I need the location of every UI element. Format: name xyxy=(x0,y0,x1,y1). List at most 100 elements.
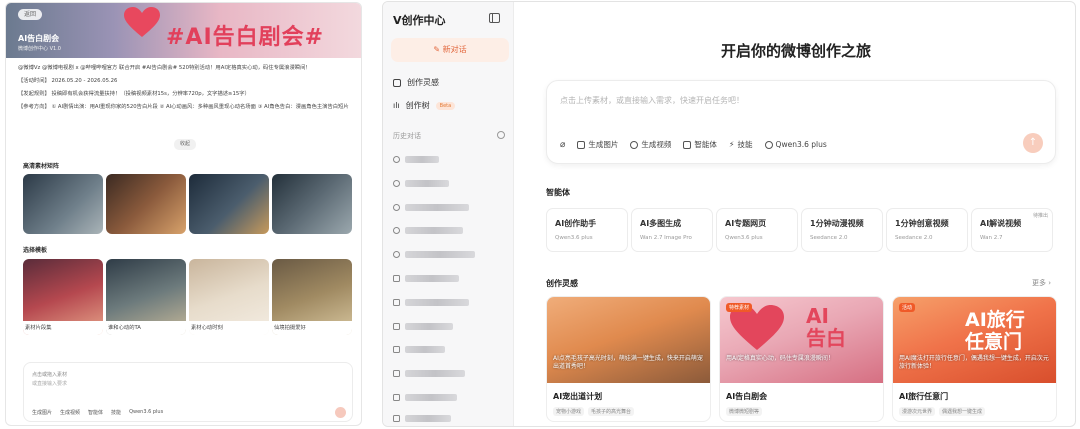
agent-card[interactable]: 1分钟创意视频 Seedance 2.0 xyxy=(886,208,968,252)
composer-toolbar: ⌀ 生成图片 生成视频 智能体 ⚡ 技能 Qwen3.6 plus xyxy=(560,139,827,150)
history-item-redacted xyxy=(405,155,439,163)
history-item-redacted xyxy=(405,369,465,377)
skill-button[interactable]: ⚡ 技能 xyxy=(729,139,753,150)
agent-name: 1分钟动漫视频 xyxy=(810,219,864,228)
paperclip-icon: ⌀ xyxy=(560,139,566,150)
play-icon xyxy=(393,226,400,234)
more-link[interactable]: 更多 › xyxy=(1032,278,1051,288)
sidebar-toggle-icon[interactable] xyxy=(489,13,500,23)
tool-agent[interactable]: 智能体 xyxy=(88,409,103,416)
inspiration-card[interactable]: AI点亮毛孩子高光时刻，萌娃满一键生成，快来开启萌宠出道首秀吧！ AI宠出道计划… xyxy=(546,296,711,422)
image-icon xyxy=(577,140,586,149)
agent-name: AI解说视频 xyxy=(980,219,1022,228)
inspiration-card[interactable]: AI 告白 特荐素材 用AI定格真实心动，码住专属浪漫瞬间！ AI告白剧会 微博微… xyxy=(719,296,884,422)
agent-model: Seedance 2.0 xyxy=(810,235,848,241)
generate-image-button[interactable]: 生成图片 xyxy=(577,139,618,150)
agent-model: Wan 2.7 xyxy=(980,235,1003,241)
model-icon xyxy=(764,140,773,149)
new-chat-button[interactable]: ✎ 新对话 xyxy=(391,38,509,62)
card-title: AI旅行任意门 xyxy=(899,392,949,401)
hero-banner-text: #AI告白剧会# xyxy=(166,25,325,50)
card-tag: 偶遇我想一键生成 xyxy=(939,407,986,416)
agent-icon xyxy=(683,140,692,149)
agent-name: AI创作助手 xyxy=(555,219,597,228)
section-title-templates: 选择模板 xyxy=(23,247,48,254)
sidebar-item-creation-tree[interactable]: ılı 创作树 Beta xyxy=(393,100,456,111)
material-thumbnail[interactable] xyxy=(106,174,186,234)
history-item[interactable] xyxy=(393,248,503,260)
tool-model-select[interactable]: Qwen3.6 plus xyxy=(129,409,163,416)
sidebar-item-label: 创作灵感 xyxy=(407,78,439,87)
history-item-redacted xyxy=(405,203,469,211)
agent-card[interactable]: AI多图生成 Wan 2.7 Image Pro xyxy=(631,208,713,252)
agent-card[interactable]: AI创作助手 Qwen3.6 plus xyxy=(546,208,628,252)
history-item-redacted xyxy=(405,274,459,282)
inspiration-section-title: 创作灵感 xyxy=(546,279,578,288)
app-brand: V创作中心 xyxy=(393,14,446,27)
model-select[interactable]: Qwen3.6 plus xyxy=(764,140,827,149)
prompt-input-placeholder[interactable]: 点击上传素材，或直接输入需求，快速开启任务吧！ xyxy=(560,95,744,106)
play-icon xyxy=(393,155,400,163)
prompt-composer[interactable]: 点击上传素材，或直接输入需求，快速开启任务吧！ ⌀ 生成图片 生成视频 智能体 … xyxy=(546,80,1056,164)
event-description: @微博Vz @微博电视剧 x @哔哩哔哩官方 联合开启 #AI告白剧会# 520… xyxy=(18,65,354,117)
history-item[interactable] xyxy=(393,367,503,379)
card-tag: 漫游次元世界 xyxy=(899,407,936,416)
template-label: 素材心动时刻 xyxy=(189,321,269,335)
send-button[interactable] xyxy=(335,407,346,418)
agent-button[interactable]: 智能体 xyxy=(683,139,717,150)
template-card[interactable]: 素材心动时刻 xyxy=(189,259,269,335)
card-image: AI旅行 任意门 活动 用AI魔法打开旅行任意门，偶遇我想一键生成，开启次元旅行新… xyxy=(893,297,1056,383)
play-icon xyxy=(393,179,400,187)
history-item[interactable] xyxy=(393,272,503,284)
mobile-composer[interactable]: 点击或拖入素材 或直接输入要求 生成图片 生成视频 智能体 技能 Qwen3.6… xyxy=(23,362,353,422)
agent-name: 1分钟创意视频 xyxy=(895,219,949,228)
sidebar-item-inspiration[interactable]: 创作灵感 xyxy=(393,77,439,88)
generate-video-button[interactable]: 生成视频 xyxy=(630,139,671,150)
template-card[interactable]: 素材片段集 xyxy=(23,259,103,335)
card-image: AI点亮毛孩子高光时刻，萌娃满一键生成，快来开启萌宠出道首秀吧！ xyxy=(547,297,710,383)
hero-title: AI告白剧会 xyxy=(18,34,60,43)
history-item-redacted xyxy=(405,298,469,306)
search-icon[interactable] xyxy=(497,131,505,139)
tool-generate-video[interactable]: 生成视频 xyxy=(60,409,80,416)
inspiration-card[interactable]: AI旅行 任意门 活动 用AI魔法打开旅行任意门，偶遇我想一键生成，开启次元旅行新… xyxy=(892,296,1057,422)
back-button[interactable]: 返回 xyxy=(18,9,43,20)
history-item[interactable] xyxy=(393,320,503,332)
history-item[interactable] xyxy=(393,177,503,189)
agent-card[interactable]: 待推出 AI解说视频 Wan 2.7 xyxy=(971,208,1053,252)
waveform-icon: ılı xyxy=(393,101,400,110)
agent-name: AI多图生成 xyxy=(640,219,682,228)
collapse-button[interactable]: 收起 xyxy=(174,139,197,150)
send-button[interactable]: ↑ xyxy=(1023,133,1043,153)
mobile-preview-panel: 返回 AI告白剧会 微博创作中心 V1.0 #AI告白剧会# @微博Vz @微博… xyxy=(5,2,362,426)
agent-card[interactable]: AI专题网页 Qwen3.6 plus xyxy=(716,208,798,252)
history-item[interactable] xyxy=(393,224,503,236)
material-thumbnail[interactable] xyxy=(189,174,269,234)
sidebar: V创作中心 ✎ 新对话 创作灵感 ılı 创作树 Beta 历史对话 xyxy=(383,2,514,426)
history-item[interactable] xyxy=(393,343,503,355)
tool-skill[interactable]: 技能 xyxy=(111,409,121,416)
template-card[interactable]: 仙境拍摄爱好 xyxy=(272,259,352,335)
history-item[interactable] xyxy=(393,412,503,424)
card-overlay-text: 用AI魔法打开旅行任意门，偶遇我想一键生成，开启次元旅行新体验！ xyxy=(899,355,1049,370)
event-paragraph: 【活动时间】 2026.05.20 - 2026.05.26 xyxy=(18,78,118,84)
card-overlay-text: AI点亮毛孩子高光时刻，萌娃满一键生成，快来开启萌宠出道首秀吧！ xyxy=(553,355,703,370)
agent-name: AI专题网页 xyxy=(725,219,767,228)
history-item[interactable] xyxy=(393,296,503,308)
attach-button[interactable]: ⌀ xyxy=(560,140,565,150)
material-thumbnail[interactable] xyxy=(272,174,352,234)
history-item-redacted xyxy=(405,250,475,258)
material-thumbnail[interactable] xyxy=(23,174,103,234)
tool-generate-image[interactable]: 生成图片 xyxy=(32,409,52,416)
history-item-redacted xyxy=(405,393,457,401)
history-item[interactable] xyxy=(393,391,503,403)
agent-card[interactable]: 1分钟动漫视频 Seedance 2.0 xyxy=(801,208,883,252)
history-item[interactable] xyxy=(393,201,503,213)
history-header: 历史对话 xyxy=(393,131,505,141)
history-item[interactable] xyxy=(393,153,503,165)
card-badge: 特荐素材 xyxy=(726,303,753,312)
hero-banner: 返回 AI告白剧会 微博创作中心 V1.0 #AI告白剧会# xyxy=(6,3,361,58)
card-tag: 宠物小游戏 xyxy=(553,407,585,416)
template-card[interactable]: 谁和心动的TA xyxy=(106,259,186,335)
history-item-redacted xyxy=(405,226,463,234)
